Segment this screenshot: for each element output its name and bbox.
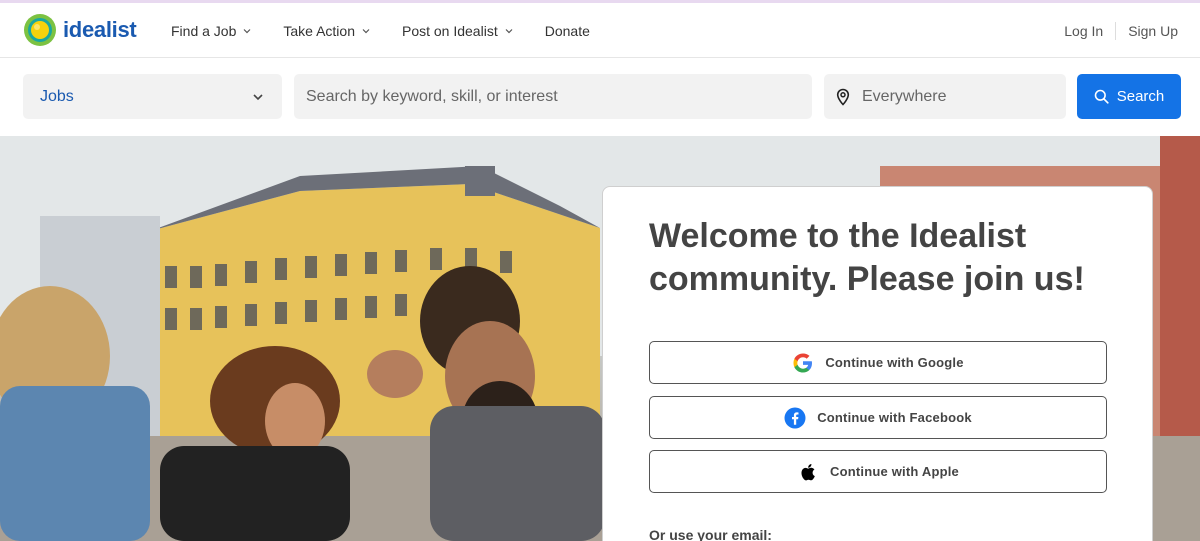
nav-take-action[interactable]: Take Action xyxy=(283,23,370,39)
signup-link[interactable]: Sign Up xyxy=(1128,23,1178,39)
search-button[interactable]: Search xyxy=(1077,74,1181,119)
location-input[interactable] xyxy=(862,87,1052,106)
facebook-icon xyxy=(784,407,806,428)
continue-with-apple-button[interactable]: Continue with Apple xyxy=(649,450,1107,493)
search-bar: Jobs Search xyxy=(0,59,1200,136)
nav-find-a-job[interactable]: Find a Job xyxy=(171,23,251,39)
nav-take-action-label: Take Action xyxy=(283,22,355,39)
facebook-button-label: Continue with Facebook xyxy=(817,410,972,425)
continue-with-facebook-button[interactable]: Continue with Facebook xyxy=(649,396,1107,439)
signup-card: Welcome to the Idealist community. Pleas… xyxy=(602,186,1153,541)
top-nav: idealist Find a Job Take Action Post on … xyxy=(0,3,1200,58)
nav-donate[interactable]: Donate xyxy=(545,23,590,39)
nav-donate-label: Donate xyxy=(544,22,590,39)
search-type-select[interactable]: Jobs xyxy=(23,74,282,119)
email-prompt: Or use your email: xyxy=(649,527,772,541)
continue-with-google-button[interactable]: Continue with Google xyxy=(649,341,1107,384)
idealist-logo[interactable]: idealist xyxy=(23,13,137,47)
nav-post-on-idealist[interactable]: Post on Idealist xyxy=(402,23,513,39)
chevron-down-icon xyxy=(253,94,263,101)
login-link[interactable]: Log In xyxy=(1064,23,1103,39)
nav-find-a-job-label: Find a Job xyxy=(171,22,237,39)
search-type-value: Jobs xyxy=(40,87,74,105)
nav-post-on-idealist-label: Post on Idealist xyxy=(401,22,498,39)
brand-name: idealist xyxy=(63,17,137,42)
chevron-down-icon xyxy=(362,28,370,33)
keyword-search-input[interactable] xyxy=(294,74,812,119)
apple-button-label: Continue with Apple xyxy=(830,464,959,479)
google-icon xyxy=(793,353,813,372)
auth-links: Log In Sign Up xyxy=(1064,3,1178,58)
search-icon xyxy=(1094,89,1109,104)
search-button-label: Search xyxy=(1116,88,1165,105)
chevron-down-icon xyxy=(243,28,251,33)
main-menu: Find a Job Take Action Post on Idealist … xyxy=(171,3,622,58)
apple-icon xyxy=(801,463,815,480)
location-field[interactable] xyxy=(824,74,1066,119)
welcome-heading: Welcome to the Idealist community. Pleas… xyxy=(649,217,1085,298)
google-button-label: Continue with Google xyxy=(825,355,964,370)
idealist-logo-icon xyxy=(24,14,56,46)
auth-divider xyxy=(1115,21,1117,40)
location-pin-icon xyxy=(836,88,850,106)
chevron-down-icon xyxy=(505,28,513,33)
